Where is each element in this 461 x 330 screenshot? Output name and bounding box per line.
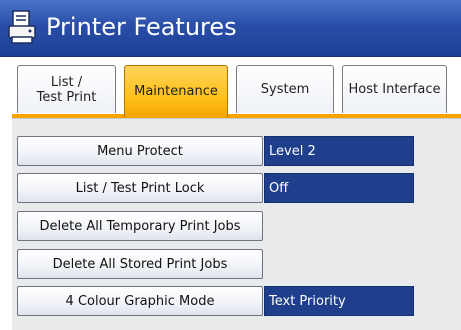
4-colour-graphic-mode-button[interactable]: 4 Colour Graphic Mode bbox=[17, 286, 263, 316]
title-bar: Printer Features bbox=[0, 0, 461, 57]
4-colour-graphic-mode-value: Text Priority bbox=[264, 286, 414, 316]
page-title: Printer Features bbox=[46, 13, 237, 41]
tab-label: System bbox=[260, 82, 310, 97]
tab-system[interactable]: System bbox=[236, 65, 334, 113]
delete-all-temporary-print-jobs-button[interactable]: Delete All Temporary Print Jobs bbox=[17, 211, 263, 241]
tab-label: Maintenance bbox=[134, 84, 218, 99]
list-test-print-lock-value: Off bbox=[264, 173, 414, 203]
list-test-print-lock-button[interactable]: List / Test Print Lock bbox=[17, 173, 263, 203]
tab-label: List / Test Print bbox=[36, 74, 97, 105]
menu-protect-button[interactable]: Menu Protect bbox=[17, 136, 263, 166]
tab-host-interface[interactable]: Host Interface bbox=[342, 65, 447, 113]
menu-protect-value: Level 2 bbox=[264, 136, 414, 166]
tab-label: Host Interface bbox=[348, 82, 441, 97]
delete-all-stored-print-jobs-button[interactable]: Delete All Stored Print Jobs bbox=[17, 249, 263, 279]
printer-icon bbox=[8, 10, 36, 44]
tab-maintenance[interactable]: Maintenance bbox=[124, 65, 228, 117]
tab-list-test-print[interactable]: List / Test Print bbox=[17, 65, 116, 113]
printer-features-screen: Printer Features List / Test Print Maint… bbox=[0, 0, 461, 330]
